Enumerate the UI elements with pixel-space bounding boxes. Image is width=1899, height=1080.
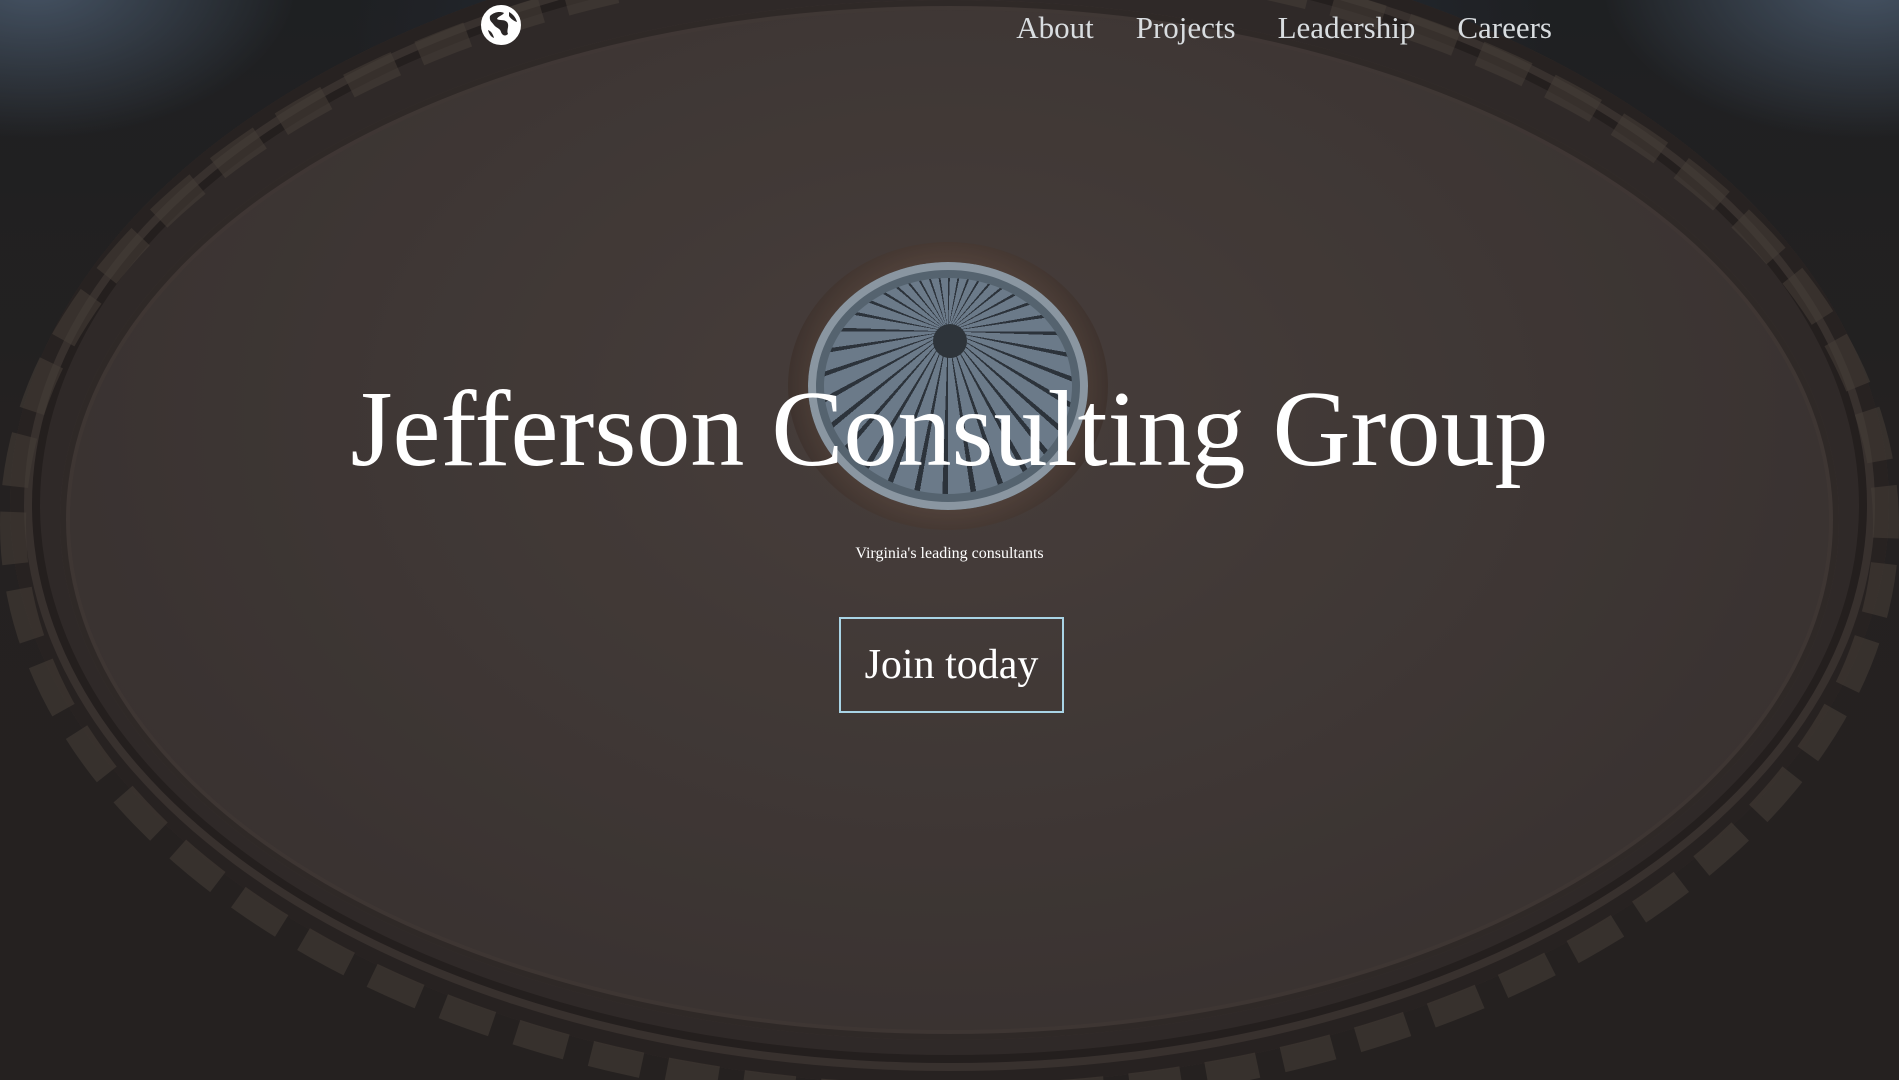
join-today-button[interactable]: Join today bbox=[839, 617, 1064, 713]
hero-section: Jefferson Consulting Group Virginia's le… bbox=[0, 0, 1899, 1080]
hero-subtitle: Virginia's leading consultants bbox=[855, 545, 1044, 562]
hero-title: Jefferson Consulting Group bbox=[350, 370, 1549, 489]
